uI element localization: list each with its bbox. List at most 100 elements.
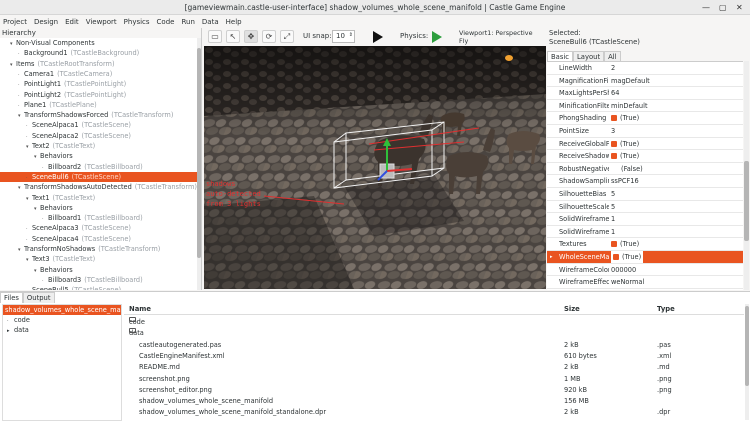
property-row[interactable]: ShadowSamplingssPCF16 (547, 175, 743, 188)
hierarchy-item[interactable]: · Camera1 (TCastleCamera) (0, 69, 198, 79)
checkbox-checked-icon[interactable] (611, 241, 617, 248)
hierarchy-item[interactable]: ▾ TransformShadowsAutoDetected (TCastleTra… (0, 182, 198, 192)
file-row[interactable]: shadow_volumes_whole_scene_manifold_stan… (124, 407, 744, 418)
property-row[interactable]: Textures (True) (547, 238, 743, 251)
property-value[interactable]: 000000 (611, 264, 636, 276)
property-row[interactable]: SolidWireframeBias1 (547, 213, 743, 226)
property-value[interactable]: 1 (611, 226, 615, 238)
property-row[interactable]: PhongShading (True) (547, 112, 743, 125)
property-value[interactable]: 5 (611, 188, 615, 200)
file-row[interactable]: screenshot_editor.png 920 kB .png (124, 385, 744, 396)
folder-item[interactable]: · code (3, 315, 121, 325)
hierarchy-item[interactable]: · PointLight2 (TCastlePointLight) (0, 90, 198, 100)
scene-viewport[interactable]: shadows auto-detected from 3 lights (204, 46, 546, 289)
menu-project[interactable]: Project (3, 18, 27, 26)
spinner-icon[interactable]: ⇕ (349, 30, 353, 41)
property-row[interactable]: RobustNegativeScale (False) (547, 163, 743, 176)
file-row[interactable]: CastleEngineManifest.xml 610 bytes .xml (124, 351, 744, 362)
play-icon[interactable] (372, 31, 383, 43)
property-row[interactable]: ▸ WholeSceneManifold (True) (547, 251, 743, 264)
property-row[interactable]: ReceiveShadowVolumes (True) (547, 150, 743, 163)
file-row[interactable]: data (124, 328, 744, 339)
tab-layout[interactable]: Layout (573, 51, 605, 61)
property-row[interactable]: MaxLightsPerShape64 (547, 87, 743, 100)
column-size[interactable]: Size (564, 304, 580, 315)
column-type[interactable]: Type (657, 304, 675, 315)
hierarchy-item[interactable]: · Billboard2 (TCastleBillboard) (0, 162, 198, 172)
inspector-scrollbar[interactable] (744, 61, 749, 290)
property-row[interactable]: MinificationFilter minDefault (547, 100, 743, 113)
tab-basic[interactable]: Basic (547, 51, 573, 61)
menu-viewport[interactable]: Viewport (86, 18, 117, 26)
hierarchy-item[interactable]: ▾ Text2 (TCastleText) (0, 141, 198, 151)
folder-item[interactable]: shadow_volumes_whole_scene_manifold (3, 305, 121, 315)
move-tool-icon[interactable]: ✥ (244, 30, 258, 43)
checkbox-checked-icon[interactable] (613, 254, 619, 260)
file-row[interactable]: screenshot.png 1 MB .png (124, 374, 744, 385)
property-value[interactable]: magDefault (611, 75, 650, 87)
property-value[interactable]: (True) (611, 150, 639, 162)
expand-arrow-icon[interactable]: ▸ (7, 326, 14, 335)
property-value[interactable]: (True) (611, 138, 639, 150)
hierarchy-item[interactable]: ▾ Text3 (TCastleText) (0, 254, 198, 264)
menu-help[interactable]: Help (226, 18, 242, 26)
select-tool-icon[interactable]: ↖ (226, 30, 240, 43)
camera-mode-icon[interactable]: ▭ (208, 30, 222, 43)
property-value[interactable]: 1 (611, 213, 615, 225)
property-row[interactable]: WireframeColor 000000 (547, 264, 743, 277)
hierarchy-item[interactable]: · PointLight1 (TCastlePointLight) (0, 79, 198, 89)
property-value[interactable]: (True) (611, 251, 644, 263)
property-value[interactable]: (True) (611, 112, 639, 124)
hierarchy-item[interactable]: · SceneBull6 (TCastleScene) (0, 171, 198, 183)
file-row[interactable]: castleautogenerated.pas 2 kB .pas (124, 340, 744, 351)
checkbox-checked-icon[interactable] (611, 140, 617, 147)
property-value[interactable]: (True) (611, 238, 639, 250)
hierarchy-item[interactable]: ▾ Text1 (TCastleText) (0, 193, 198, 203)
menu-edit[interactable]: Edit (65, 18, 79, 26)
hierarchy-item[interactable]: ▾ Behaviors (0, 203, 198, 213)
property-value[interactable]: 64 (611, 87, 619, 99)
hierarchy-item[interactable]: · Background1 (TCastleBackground) (0, 48, 198, 58)
hierarchy-item[interactable]: ▾ TransformNoShadows (TCastleTransform) (0, 244, 198, 254)
folder-item[interactable]: ▸ data (3, 325, 121, 335)
minimize-icon[interactable]: — (702, 3, 710, 12)
file-row[interactable]: shadow_volumes_whole_scene_manifold 156 M… (124, 396, 744, 407)
file-list-scrollbar[interactable] (745, 304, 749, 420)
file-row[interactable]: README.md 2 kB .md (124, 362, 744, 373)
hierarchy-item[interactable]: ▾ Items (TCastleRootTransform) (0, 59, 198, 69)
property-value[interactable]: (False) (621, 163, 643, 175)
property-row[interactable]: PointSize 3 (547, 125, 743, 138)
hierarchy-item[interactable]: · SceneAlpaca2 (TCastleScene) (0, 131, 198, 141)
checkbox-checked-icon[interactable] (611, 153, 617, 160)
property-row[interactable]: SilhouetteScale 5 (547, 201, 743, 214)
checkbox-checked-icon[interactable] (611, 115, 617, 122)
hierarchy-item[interactable]: ▾ Behaviors (0, 265, 198, 275)
tab-files[interactable]: Files (0, 292, 23, 303)
file-row[interactable]: code (124, 317, 744, 328)
property-value[interactable]: ssPCF16 (611, 175, 639, 187)
tab-all[interactable]: All (604, 51, 621, 61)
hierarchy-item[interactable]: · Billboard1 (TCastleBillboard) (0, 213, 198, 223)
hierarchy-scrollbar[interactable] (197, 38, 201, 290)
physics-play-icon[interactable] (431, 31, 442, 43)
menu-design[interactable]: Design (34, 18, 58, 26)
rotate-tool-icon[interactable]: ⟳ (262, 30, 276, 43)
menu-code[interactable]: Code (157, 18, 175, 26)
property-row[interactable]: SolidWireframeScale1 (547, 226, 743, 239)
tab-output[interactable]: Output (22, 292, 55, 303)
property-value[interactable]: 5 (611, 201, 615, 213)
scale-tool-icon[interactable]: ⤢ (280, 30, 294, 43)
hierarchy-item[interactable]: · Plane1 (TCastlePlane) (0, 100, 198, 110)
expand-arrow-icon[interactable]: ▸ (550, 251, 553, 263)
hierarchy-item[interactable]: ▾ Behaviors (0, 151, 198, 161)
hierarchy-item[interactable]: · SceneAlpaca1 (TCastleScene) (0, 120, 198, 130)
property-row[interactable]: LineWidth 2 (547, 62, 743, 75)
hierarchy-item[interactable]: · SceneAlpaca3 (TCastleScene) (0, 223, 198, 233)
property-row[interactable]: SilhouetteBias 5 (547, 188, 743, 201)
hierarchy-item[interactable]: ▾ Non-Visual Components (0, 38, 198, 48)
property-value[interactable]: 3 (611, 125, 615, 137)
property-row[interactable]: ReceiveGlobalFog (True) (547, 138, 743, 151)
menu-physics[interactable]: Physics (124, 18, 150, 26)
maximize-icon[interactable]: ▢ (719, 3, 727, 12)
close-icon[interactable]: ✕ (736, 3, 743, 12)
